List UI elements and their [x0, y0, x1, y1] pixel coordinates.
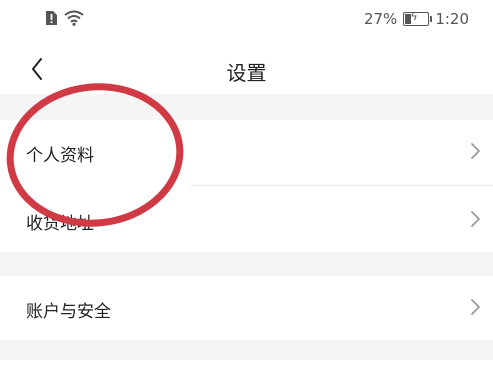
settings-item-label: 收货地址	[26, 214, 94, 234]
chevron-right-icon	[471, 211, 480, 227]
wifi-icon	[64, 10, 84, 30]
settings-item-account-security[interactable]: 账户与安全	[0, 276, 493, 340]
sim-alert-icon	[44, 10, 58, 30]
settings-item-address[interactable]: 收货地址	[0, 188, 493, 252]
settings-item-label: 个人资料	[26, 146, 94, 166]
divider	[190, 185, 493, 186]
battery-icon: ϟ	[403, 10, 433, 26]
page-title: 设置	[226, 61, 267, 85]
clock-time: 1:20	[435, 10, 469, 28]
settings-item-label: 账户与安全	[26, 302, 111, 322]
status-left-icons	[44, 10, 84, 30]
charging-bolt-icon: ϟ	[410, 10, 418, 23]
chevron-right-icon	[471, 299, 480, 315]
chevron-right-icon	[471, 143, 480, 159]
settings-item-profile[interactable]: 个人资料	[0, 120, 493, 184]
status-bar: 27% ϟ 1:20	[0, 0, 493, 38]
section-gap	[0, 252, 493, 276]
battery-percent: 27%	[363, 10, 398, 28]
nav-bar: 设置	[0, 44, 493, 94]
section-gap	[0, 94, 493, 120]
section-gap	[0, 340, 493, 360]
status-right: 27% ϟ 1:20	[364, 10, 469, 28]
